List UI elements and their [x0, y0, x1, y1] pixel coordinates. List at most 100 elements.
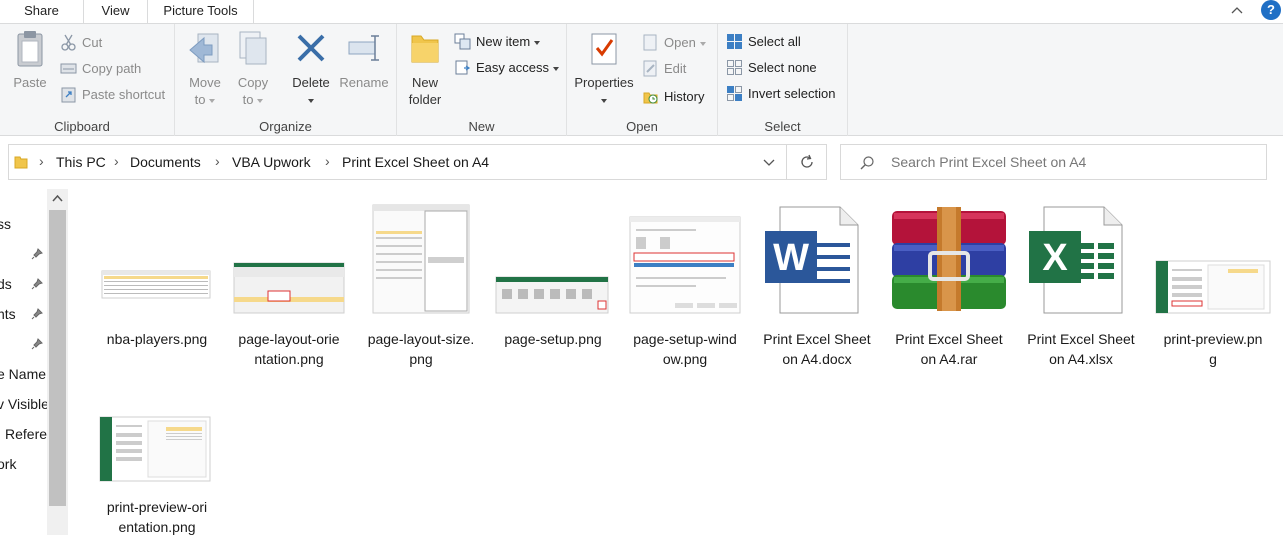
pin-icon[interactable]: [31, 338, 43, 350]
chevron-right-icon[interactable]: ›: [114, 145, 119, 179]
invert-selection-button[interactable]: Invert selection: [726, 83, 835, 105]
file-name-line-1: print-preview-ori: [106, 499, 208, 515]
copy-to-icon: [239, 31, 267, 65]
select-all-button[interactable]: Select all: [726, 31, 801, 53]
new-item-icon: [454, 33, 471, 50]
nav-item[interactable]: e Name: [0, 366, 46, 382]
address-row: › This PC › Documents › VBA Upwork › Pri…: [0, 137, 1283, 189]
properties-button[interactable]: Properties: [571, 30, 637, 108]
move-to-label-1: Move: [189, 75, 221, 90]
file-name: print-preview.pn g: [1148, 329, 1278, 369]
paste-button[interactable]: Paste: [8, 30, 52, 91]
paste-shortcut-button[interactable]: Paste shortcut: [60, 84, 165, 106]
nav-item[interactable]: nts: [0, 306, 16, 322]
breadcrumb-this-pc[interactable]: This PC: [56, 145, 106, 179]
easy-access-button[interactable]: Easy access: [454, 57, 559, 79]
open-group-label: Open: [626, 119, 658, 134]
scroll-up-icon[interactable]: [47, 189, 68, 209]
refresh-button[interactable]: [787, 144, 827, 180]
search-input[interactable]: Search Print Excel Sheet on A4: [840, 144, 1267, 180]
image-thumbnail-icon: [372, 204, 470, 314]
tab-share[interactable]: Share: [0, 0, 84, 24]
organize-group: Move to Copy to Delete Rename Organize: [175, 24, 397, 136]
file-name-line-2: ow.png: [662, 351, 708, 367]
file-name-line-1: Print Excel Sheet: [1027, 331, 1135, 347]
file-name-line-1: print-preview.pn: [1163, 331, 1263, 347]
edit-icon: [643, 60, 657, 77]
copy-to-caret-icon: [257, 98, 264, 103]
paste-shortcut-icon: [61, 87, 76, 103]
ribbon-tabs: Share View Picture Tools ?: [0, 0, 1283, 24]
invert-selection-icon: [727, 86, 742, 102]
file-name: page-layout-size. png: [356, 329, 486, 369]
breadcrumb-documents[interactable]: Documents: [130, 145, 201, 179]
tab-view[interactable]: View: [84, 0, 148, 24]
open-label: Open: [664, 35, 696, 50]
nav-scrollbar[interactable]: [47, 189, 68, 535]
address-bar[interactable]: › This PC › Documents › VBA Upwork › Pri…: [8, 144, 787, 180]
file-name: nba-players.png: [92, 329, 222, 349]
svg-text:X: X: [1042, 237, 1068, 279]
move-to-button[interactable]: Move to: [183, 30, 227, 108]
chevron-right-icon[interactable]: ›: [39, 145, 44, 179]
invert-selection-label: Invert selection: [748, 86, 836, 101]
file-name: page-setup-wind ow.png: [620, 329, 750, 369]
copy-to-label-2: to: [242, 92, 254, 107]
chevron-up-icon[interactable]: [1229, 2, 1245, 18]
move-to-label-line-2: to: [183, 91, 227, 108]
nav-item[interactable]: ork: [0, 456, 16, 472]
cut-button[interactable]: Cut: [60, 32, 102, 54]
pin-icon[interactable]: [31, 308, 43, 320]
edit-label: Edit: [664, 61, 687, 76]
select-all-icon: [727, 34, 742, 50]
pin-icon[interactable]: [31, 278, 43, 290]
open-button[interactable]: Open: [642, 32, 706, 54]
select-group: Select all Select none Invert selection …: [718, 24, 848, 136]
copy-path-label: Copy path: [82, 61, 142, 76]
file-name-line-2: png: [409, 351, 433, 367]
new-item-label: New item: [476, 34, 531, 49]
new-item-button[interactable]: New item: [454, 31, 541, 53]
file-name-line-2: on A4.rar: [920, 351, 978, 367]
select-none-label: Select none: [748, 60, 817, 75]
nav-item[interactable]: ss: [0, 216, 11, 232]
select-none-button[interactable]: Select none: [726, 57, 817, 79]
properties-label: Properties: [574, 75, 634, 90]
properties-caret-icon: [601, 98, 607, 103]
easy-access-icon: [455, 60, 471, 75]
delete-button[interactable]: Delete: [287, 30, 335, 108]
clipboard-group-label: Clipboard: [54, 119, 110, 134]
breadcrumb-current-folder[interactable]: Print Excel Sheet on A4: [342, 145, 489, 179]
new-item-caret-icon: [534, 40, 541, 45]
edit-button[interactable]: Edit: [642, 58, 686, 80]
scrollbar-thumb[interactable]: [49, 210, 66, 506]
chevron-down-icon[interactable]: [761, 154, 777, 170]
image-thumbnail-icon: [233, 262, 345, 314]
tab-picture-tools[interactable]: Picture Tools: [148, 0, 254, 24]
chevron-right-icon[interactable]: ›: [325, 145, 330, 179]
chevron-right-icon[interactable]: ›: [215, 145, 220, 179]
new-folder-button[interactable]: New folder: [403, 30, 447, 108]
select-none-icon: [727, 60, 742, 76]
file-name: Print Excel Sheet on A4.rar: [884, 329, 1014, 369]
copy-to-button[interactable]: Copy to: [231, 30, 275, 108]
nav-item[interactable]: v Visible: [0, 396, 49, 412]
file-list: nba-players.png page-layout-orie ntation.…: [70, 189, 1283, 535]
ribbon: Paste Cut Copy path Paste shortcut Clipb…: [0, 24, 1283, 136]
move-to-icon: [189, 33, 219, 64]
nav-item[interactable]: Refere: [5, 426, 47, 442]
history-button[interactable]: History: [642, 86, 704, 108]
delete-label: Delete: [292, 75, 330, 90]
nav-item[interactable]: ds: [0, 276, 12, 292]
easy-access-caret-icon: [552, 66, 559, 71]
pin-icon[interactable]: [31, 248, 43, 260]
file-name: page-layout-orie ntation.png: [224, 329, 354, 369]
rename-button[interactable]: Rename: [339, 30, 389, 91]
breadcrumb-vba-upwork[interactable]: VBA Upwork: [232, 145, 311, 179]
file-name-line-2: g: [1209, 351, 1217, 367]
help-icon[interactable]: ?: [1261, 0, 1281, 20]
new-group: New folder New item Easy access New: [397, 24, 567, 136]
copy-path-button[interactable]: Copy path: [60, 58, 141, 80]
history-label: History: [664, 89, 705, 104]
excel-workbook-icon: X: [1029, 206, 1123, 314]
